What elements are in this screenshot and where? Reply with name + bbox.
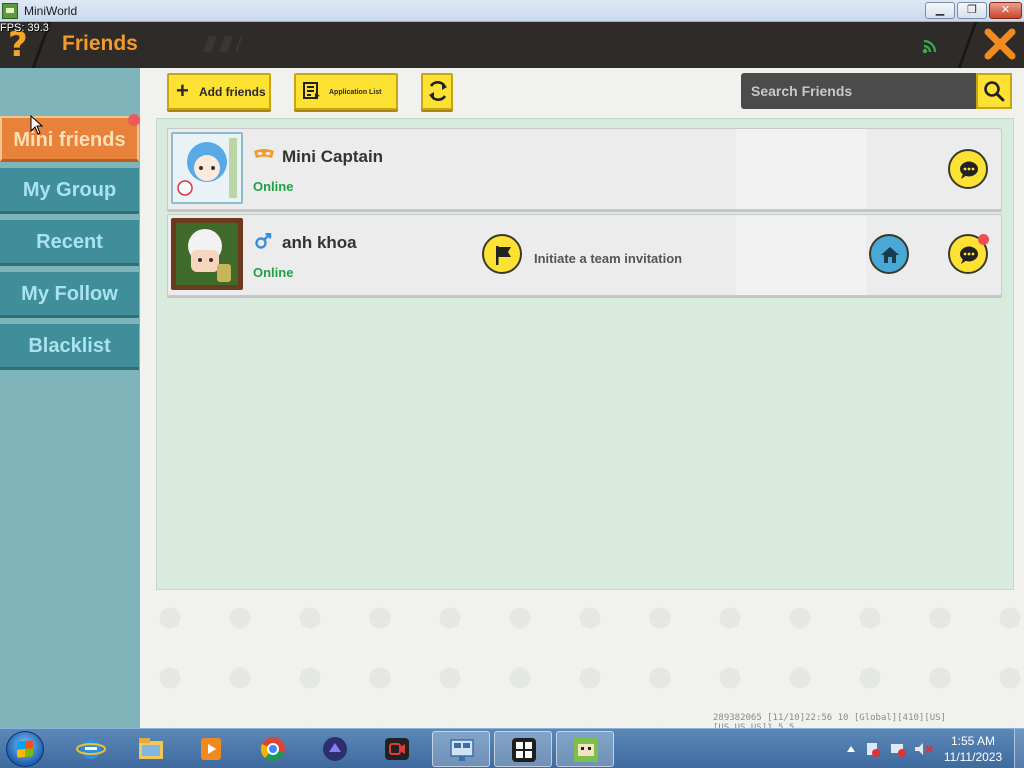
taskbar-file-explorer[interactable] [122,731,180,767]
application-list-label: Application List [329,89,382,96]
window-title: MiniWorld [24,4,78,18]
online-status: Online [253,265,294,280]
avatar [171,218,243,290]
taskbar-internet-explorer[interactable] [62,731,120,767]
sidebar-item-my-group[interactable]: My Group [0,168,139,214]
maximize-button[interactable]: ❐ [957,2,987,19]
fps-counter: FPS: 39.3 [0,22,49,34]
plus-icon: + [176,78,189,103]
miniworld-app-icon [2,3,18,19]
search-icon [984,81,1005,102]
media-player-icon [201,738,221,760]
header-decoration [203,36,243,52]
taskbar-media-player[interactable] [182,731,240,767]
taskbar-miniworld[interactable] [556,731,614,767]
window-titlebar: MiniWorld ▁ ❐ ✕ [0,0,1024,22]
chat-button[interactable] [948,149,988,189]
search-input[interactable] [741,73,976,109]
avatar [171,132,243,204]
capcut-icon [512,738,536,762]
add-friends-button[interactable]: + Add friends [167,73,271,110]
start-button[interactable] [6,731,44,767]
page-title: Friends [62,32,138,55]
friend-card[interactable]: Mini Captain Online [167,128,1002,210]
sidebar-item-blacklist[interactable]: Blacklist [0,324,139,370]
taskbar-screen-recorder[interactable] [368,731,426,767]
close-icon[interactable] [982,26,1018,62]
sidebar-item-mini-friends[interactable]: Mini friends [0,116,139,162]
taskbar-capcut[interactable] [494,731,552,767]
list-icon [303,82,320,100]
refresh-icon [429,81,447,101]
mask-icon [254,149,274,158]
screen-recorder-icon [385,738,409,760]
minimize-button[interactable]: ▁ [925,2,955,19]
card-highlight [736,129,866,209]
game-header: ? Friends [0,22,1024,68]
file-explorer-icon [139,738,163,759]
male-icon [255,233,272,249]
window-close-button[interactable]: ✕ [989,2,1022,19]
taskbar-network-app[interactable] [432,731,490,767]
miniworld-icon [574,738,598,762]
team-invite-label: Initiate a team invitation [534,251,683,266]
internet-explorer-icon [76,739,106,759]
signal-icon [922,39,937,54]
friend-name: anh khoa [282,233,357,252]
unread-message-dot [978,234,989,245]
refresh-button[interactable] [421,73,453,110]
show-desktop-button[interactable] [1014,729,1024,768]
mouse-cursor-icon [30,115,44,135]
notification-dot [128,114,140,126]
system-tray[interactable] [845,741,935,757]
online-status: Online [253,179,294,194]
system-clock[interactable]: 1:55 AM 11/11/2023 [940,733,1006,765]
home-icon [881,247,899,263]
sidebar-item-my-follow[interactable]: My Follow [0,272,139,318]
sidebar-item-recent[interactable]: Recent [0,220,139,266]
friends-sidebar [0,68,140,728]
network-app-icon [450,739,474,761]
add-friends-label: Add friends [199,85,266,99]
visit-home-button[interactable] [869,234,909,274]
taskbar-chrome[interactable] [244,731,302,767]
chat-icon [960,246,978,264]
background-pattern [140,588,1024,728]
windows-taskbar: 1:55 AM 11/11/2023 [0,728,1024,768]
search-button[interactable] [976,73,1012,109]
clock-date: 11/11/2023 [943,750,1003,764]
clock-time: 1:55 AM [950,734,996,748]
application-list-button[interactable]: Application List [294,73,398,110]
header-divider [957,22,978,68]
friend-name: Mini Captain [282,147,384,166]
app-icon [323,737,347,761]
team-invite-button[interactable] [482,234,522,274]
card-highlight [736,215,866,295]
chrome-icon [260,737,285,761]
show-hidden-icons-icon [847,746,855,752]
chat-icon [960,161,978,179]
flag-icon [496,246,511,265]
taskbar-app[interactable] [306,731,364,767]
friend-card[interactable]: anh khoa Online Initiate a team invitati… [167,214,1002,296]
